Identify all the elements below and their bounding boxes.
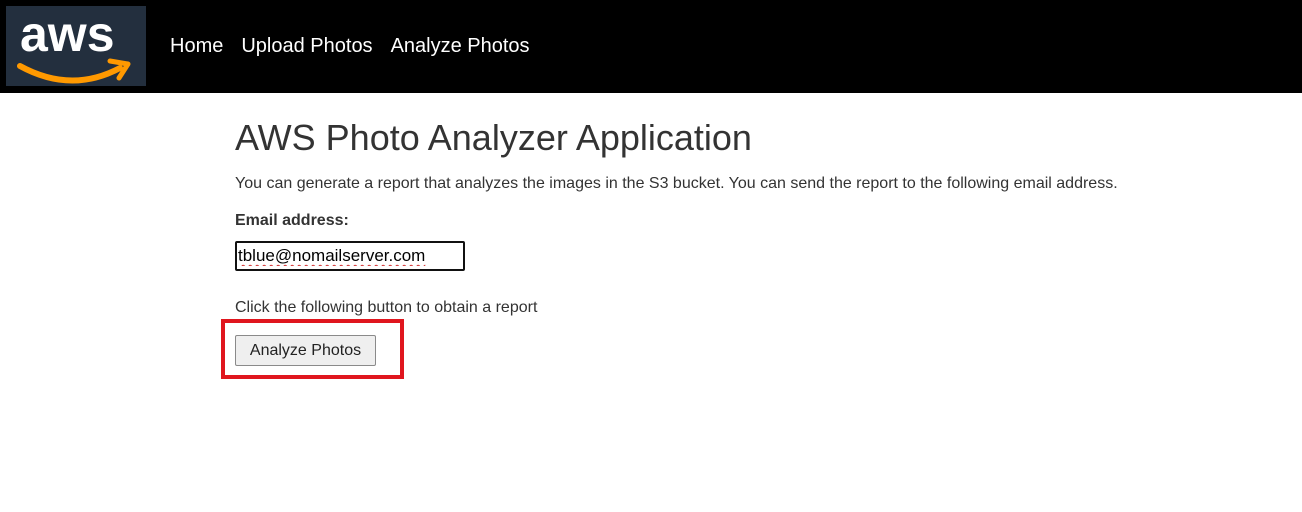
main-content: AWS Photo Analyzer Application You can g… <box>221 116 1285 379</box>
aws-smile-icon <box>17 58 131 84</box>
analyze-photos-button[interactable]: Analyze Photos <box>235 335 376 366</box>
aws-logo[interactable]: aws <box>6 6 146 86</box>
nav-upload-photos-link[interactable]: Upload Photos <box>241 34 372 58</box>
nav-analyze-photos-link[interactable]: Analyze Photos <box>391 34 530 58</box>
email-label: Email address: <box>235 212 349 229</box>
email-input[interactable] <box>235 241 465 271</box>
top-navbar: aws Home Upload Photos Analyze Photos <box>0 0 1302 93</box>
page-title: AWS Photo Analyzer Application <box>235 117 752 158</box>
page-description: You can generate a report that analyzes … <box>235 175 1118 192</box>
main-nav: Home Upload Photos Analyze Photos <box>170 34 530 58</box>
report-prompt-text: Click the following button to obtain a r… <box>235 299 538 316</box>
nav-home-link[interactable]: Home <box>170 34 223 58</box>
